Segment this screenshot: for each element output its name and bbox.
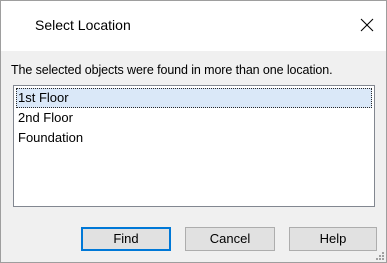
- location-item-2nd-floor[interactable]: 2nd Floor: [16, 108, 372, 128]
- title-bar: Select Location: [1, 1, 386, 51]
- dialog-title: Select Location: [35, 17, 131, 33]
- select-location-dialog: Select Location The selected objects wer…: [0, 0, 387, 263]
- location-item-foundation[interactable]: Foundation: [16, 128, 372, 148]
- help-button[interactable]: Help: [289, 227, 377, 251]
- cancel-button[interactable]: Cancel: [185, 227, 275, 251]
- close-icon: [360, 18, 374, 32]
- find-button[interactable]: Find: [81, 227, 171, 251]
- close-button[interactable]: [352, 11, 382, 41]
- location-item-1st-floor[interactable]: 1st Floor: [16, 88, 372, 108]
- resize-grip-icon[interactable]: [375, 251, 385, 261]
- instruction-text: The selected objects were found in more …: [11, 63, 333, 77]
- location-listbox[interactable]: 1st Floor 2nd Floor Foundation: [13, 85, 375, 207]
